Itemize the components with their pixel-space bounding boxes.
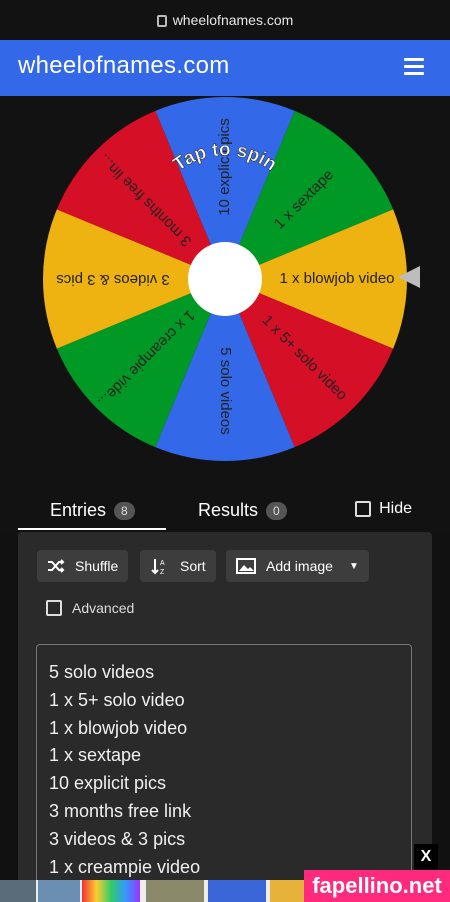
shuffle-icon xyxy=(48,559,65,573)
app-header: wheelofnames.com xyxy=(0,40,450,96)
shuffle-button[interactable]: Shuffle xyxy=(37,550,129,582)
tab-entries-label: Entries xyxy=(50,500,107,520)
hide-checkbox-box[interactable] xyxy=(355,501,372,517)
entries-textarea[interactable]: 5 solo videos 1 x 5+ solo video 1 x blow… xyxy=(36,644,412,902)
svg-text:A: A xyxy=(160,560,165,567)
entry-line: 1 x sextape xyxy=(49,745,142,766)
results-count-badge: 0 xyxy=(266,501,287,520)
wheel-hub[interactable] xyxy=(188,242,262,316)
entry-line: 10 explicit pics xyxy=(49,773,167,794)
sort-label: Sort xyxy=(180,558,206,574)
tab-entries[interactable]: Entries 8 xyxy=(50,500,135,521)
lock-icon xyxy=(156,15,167,27)
ad-thumbnail[interactable] xyxy=(82,880,140,902)
chevron-down-icon[interactable]: ▼ xyxy=(349,561,359,572)
ad-close-button[interactable]: X xyxy=(414,844,438,870)
ad-thumbnail[interactable] xyxy=(146,880,204,902)
spin-wheel[interactable]: 10 explicit pics 1 x sextape1 x blowjob v… xyxy=(0,96,450,486)
ad-thumbnail[interactable] xyxy=(0,880,36,902)
sort-icon: AZ xyxy=(151,559,165,575)
address-bar[interactable]: wheelofnames.com xyxy=(0,0,450,40)
advanced-checkbox[interactable]: Advanced xyxy=(46,600,134,616)
url-text[interactable]: wheelofnames.com xyxy=(173,12,294,28)
watermark-logo: fapellino.net xyxy=(304,870,450,902)
hide-label: Hide xyxy=(379,500,412,517)
hide-checkbox[interactable]: Hide xyxy=(355,500,412,518)
entries-panel: Shuffle AZ Sort Add image ▼ Advanced 5 s… xyxy=(18,532,432,902)
shuffle-label: Shuffle xyxy=(75,558,119,574)
ad-thumbnail[interactable] xyxy=(38,880,80,902)
ad-thumbnail[interactable] xyxy=(208,880,266,902)
wheel-area: 10 explicit pics 1 x sextape 1 x blowjob v… xyxy=(0,96,450,486)
wheel-segment-label: 10 explicit pics xyxy=(216,118,233,216)
entry-line: 1 x blowjob video xyxy=(49,717,188,738)
wheel-segment-label: 1 x blowjob video xyxy=(279,270,394,287)
wheel-segment-label: 3 videos & 3 pics xyxy=(56,271,169,288)
add-image-button[interactable]: Add image ▼ xyxy=(226,550,369,582)
image-icon xyxy=(236,558,256,574)
add-image-label: Add image xyxy=(266,558,333,574)
entries-count-badge: 8 xyxy=(114,501,135,520)
wheel-segment-label: 5 solo videos xyxy=(217,347,234,435)
entry-line: 3 videos & 3 pics xyxy=(49,828,186,849)
tab-results[interactable]: Results 0 xyxy=(198,500,287,521)
active-tab-indicator xyxy=(18,528,166,530)
hamburger-menu-icon[interactable] xyxy=(404,58,424,75)
tab-bar: Entries 8 Results 0 Hide xyxy=(0,486,450,534)
app-title[interactable]: wheelofnames.com xyxy=(18,52,230,80)
tab-results-label: Results xyxy=(198,500,259,520)
advanced-checkbox-box[interactable] xyxy=(46,600,62,616)
entry-line: 1 x 5+ solo video xyxy=(49,689,185,710)
ad-thumbnail[interactable] xyxy=(270,880,304,902)
entry-line: 3 months free link xyxy=(49,800,192,821)
entry-line: 5 solo videos xyxy=(49,662,155,682)
advanced-label: Advanced xyxy=(72,600,135,616)
svg-text:Z: Z xyxy=(160,569,165,575)
sort-button[interactable]: AZ Sort xyxy=(140,550,216,582)
